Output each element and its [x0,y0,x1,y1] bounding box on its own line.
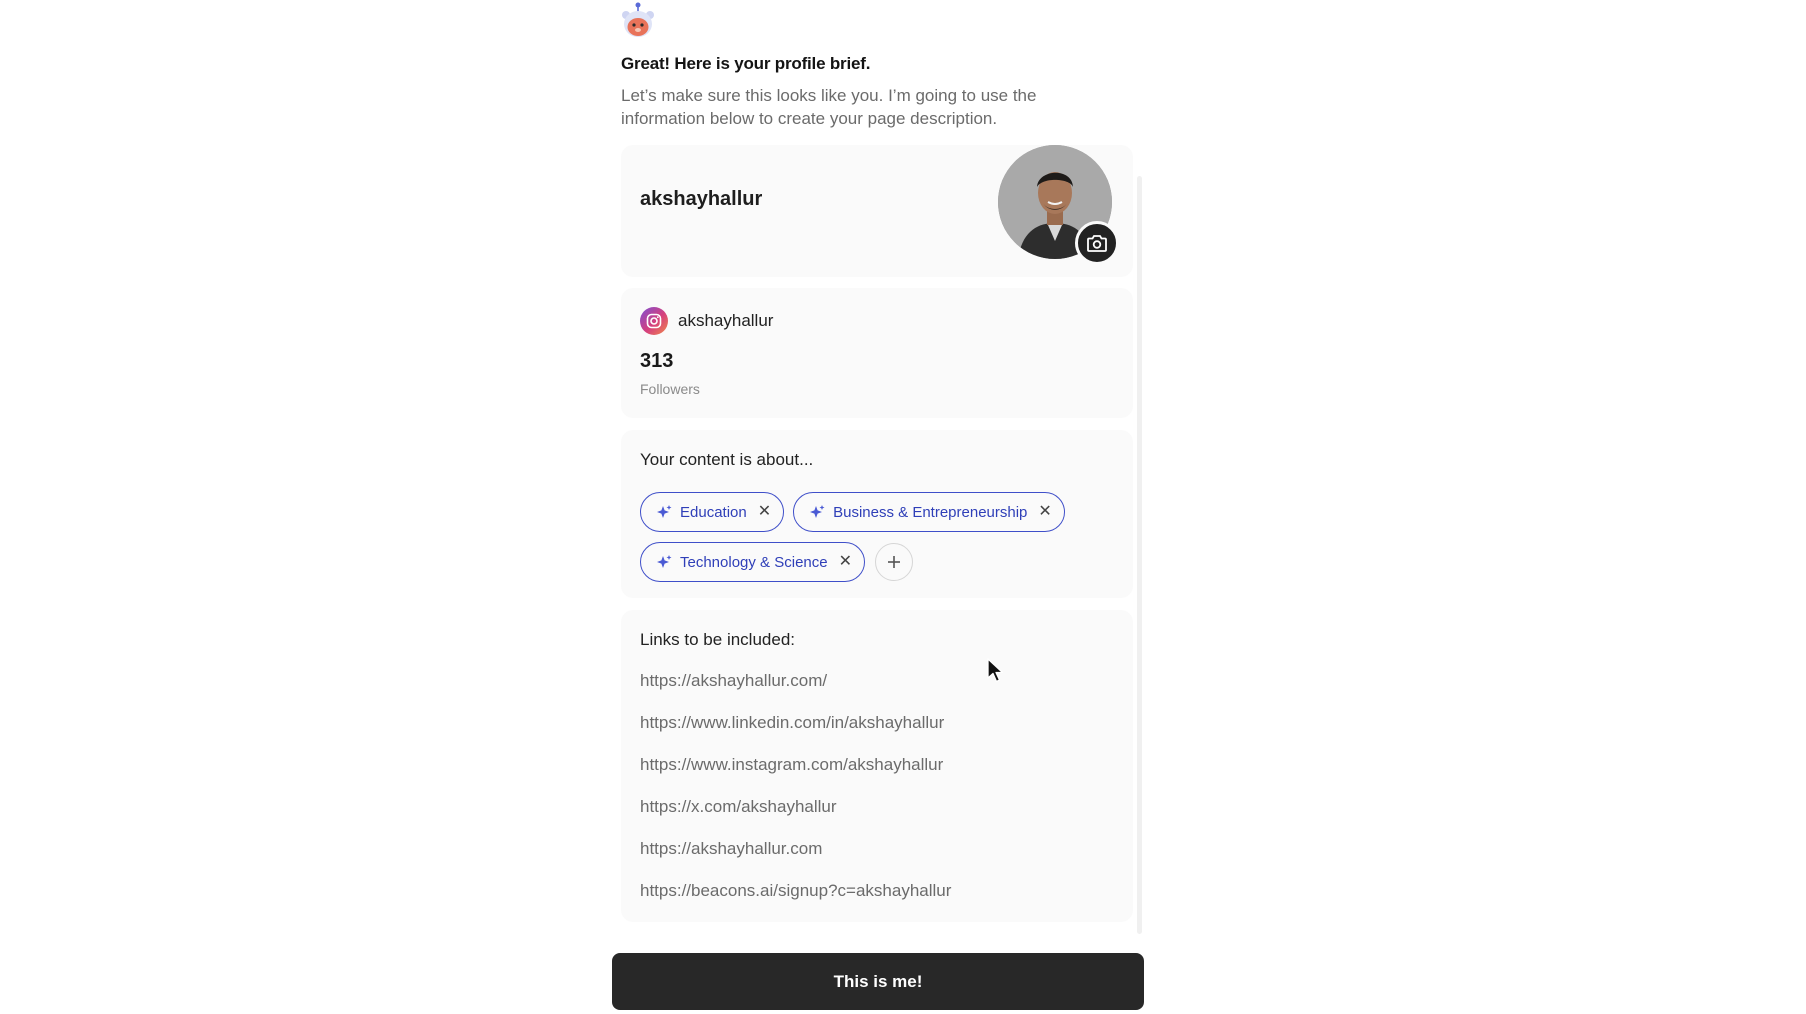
topics-card: Your content is about... Education ✕ Bus… [621,430,1133,598]
plus-icon [888,556,900,568]
change-photo-button[interactable] [1075,221,1119,265]
instagram-card: akshayhallur 313 Followers [621,288,1133,418]
list-item: https://www.linkedin.com/in/akshayhallur [640,713,945,732]
remove-topic-icon[interactable]: ✕ [758,504,771,520]
remove-topic-icon[interactable]: ✕ [839,554,852,570]
camera-icon [1087,234,1107,252]
bear-robot-mascot-icon [622,2,654,37]
instagram-account-row: akshayhallur [640,307,773,335]
topic-chip[interactable]: Education ✕ [640,492,785,532]
topic-chip-label: Technology & Science [680,553,828,571]
topic-chip[interactable]: Technology & Science ✕ [640,542,865,582]
remove-topic-icon[interactable]: ✕ [1038,504,1051,520]
scrollbar-track[interactable] [1137,176,1142,934]
instagram-icon [640,307,668,335]
page-title: Great! Here is your profile brief. [621,54,871,73]
topic-chip-label: Business & Entrepreneurship [833,503,1028,521]
topic-chip[interactable]: Business & Entrepreneurship ✕ [793,492,1065,532]
sparkle-icon [657,554,672,568]
sparkle-icon [810,504,825,518]
topic-chip-label: Education [680,503,747,521]
topics-title: Your content is about... [640,450,814,469]
mouse-cursor-icon [987,658,1004,683]
sparkle-icon [657,504,672,518]
profile-name: akshayhallur [640,188,763,210]
links-card: Links to be included: https://akshayhall… [621,610,1133,922]
add-topic-button[interactable] [875,543,913,581]
list-item: https://akshayhallur.com/ [640,671,828,690]
page-subtitle: Let’s make sure this looks like you. I’m… [621,86,1037,128]
list-item: https://akshayhallur.com [640,839,823,858]
instagram-handle: akshayhallur [678,311,774,330]
confirm-profile-button[interactable]: This is me! [612,953,1144,1010]
list-item: https://www.instagram.com/akshayhallur [640,755,944,774]
links-title: Links to be included: [640,630,795,649]
topic-chips: Education ✕ Business & Entrepreneurship … [640,492,1110,582]
list-item: https://x.com/akshayhallur [640,797,837,816]
followers-count: 313 [640,350,674,372]
list-item: https://beacons.ai/signup?c=akshayhallur [640,881,952,900]
followers-label: Followers [640,381,700,397]
links-list: https://akshayhallur.com/ https://www.li… [640,670,951,922]
